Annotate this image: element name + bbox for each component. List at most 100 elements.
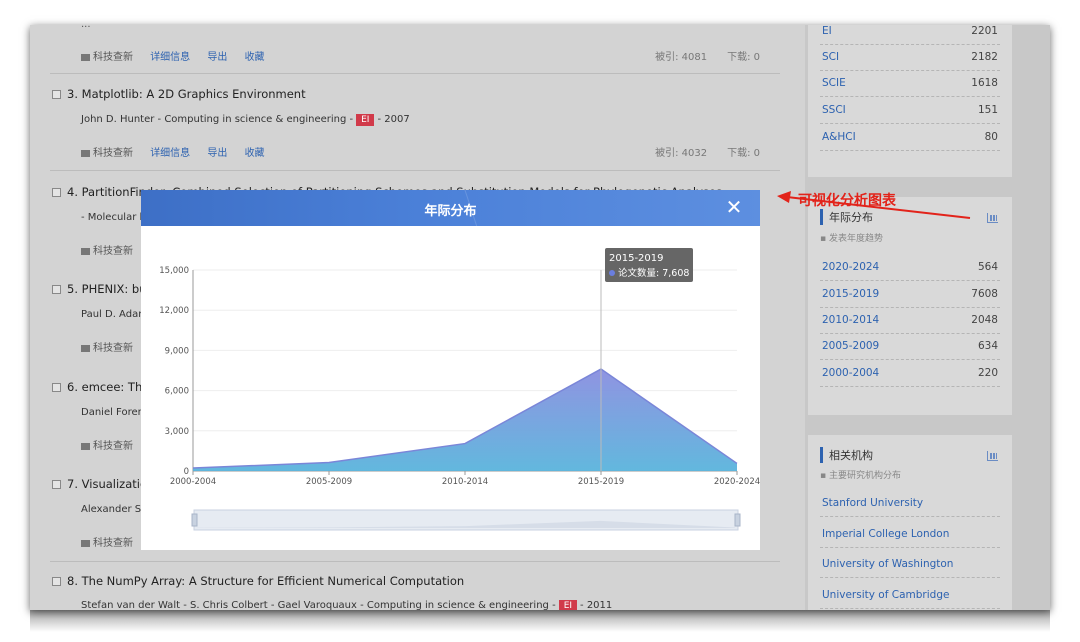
download-count: 下载: 0 bbox=[727, 148, 760, 159]
item-count: 151 bbox=[977, 104, 998, 116]
item-title[interactable]: Visualizatio bbox=[82, 477, 147, 491]
item-actions: 科技查新 详细信息 导出 收藏 bbox=[81, 144, 265, 159]
list-item: 8. The NumPy Array: A Structure for Effi… bbox=[50, 574, 780, 610]
panel-title: 相关机构 bbox=[820, 447, 873, 463]
select-checkbox[interactable] bbox=[52, 480, 61, 489]
item-title[interactable]: PHENIX: bu bbox=[82, 282, 147, 296]
arrow-head bbox=[777, 191, 791, 203]
y-tick-label: 3,000 bbox=[165, 427, 189, 437]
list-item: ... 科技查新 详细信息 导出 收藏 被引: 4081 下载: 0 bbox=[50, 25, 780, 75]
item-label: 2020-2024 bbox=[822, 261, 880, 273]
favorite-link[interactable]: 收藏 bbox=[245, 52, 265, 63]
novelty-check-link[interactable]: 科技查新 bbox=[93, 246, 133, 257]
detail-link[interactable]: 详细信息 bbox=[150, 148, 190, 159]
item-label: Imperial College London bbox=[822, 528, 950, 540]
item-authors: John D. Hunter - Computing in science & … bbox=[81, 114, 354, 125]
item-authors: Daniel Forem bbox=[81, 407, 148, 418]
panel-subtitle-text: 主要研究机构分布 bbox=[828, 471, 901, 481]
x-tick-label: 2000-2004 bbox=[170, 477, 216, 487]
annotation-arrow bbox=[777, 191, 971, 219]
sidebar-item-ei[interactable]: EI 2201 bbox=[820, 25, 1000, 45]
zoom-handle-left[interactable] bbox=[191, 513, 198, 527]
divider bbox=[50, 170, 780, 171]
item-title-line: 6. emcee: The bbox=[67, 380, 149, 394]
ei-badge: EI bbox=[356, 114, 375, 126]
novelty-check-link[interactable]: 科技查新 bbox=[93, 148, 133, 159]
sidebar-item-2020-2024[interactable]: 2020-2024 564 bbox=[820, 255, 1000, 281]
item-actions: 科技查新 bbox=[81, 534, 133, 549]
close-icon[interactable]: ✕ bbox=[724, 197, 744, 217]
select-checkbox[interactable] bbox=[52, 383, 61, 392]
sidebar-item-sci[interactable]: SCI 2182 bbox=[820, 45, 1000, 71]
item-count: 1618 bbox=[971, 77, 998, 89]
sidebar-item-scie[interactable]: SCIE 1618 bbox=[820, 71, 1000, 97]
item-number: 7. bbox=[67, 477, 78, 491]
item-stats: 被引: 4032 下载: 0 bbox=[635, 144, 760, 159]
export-link[interactable]: 导出 bbox=[207, 52, 227, 63]
novelty-icon bbox=[81, 53, 90, 61]
ei-badge: EI bbox=[558, 600, 578, 610]
tooltip: 2015-2019 论文数量: 7,608 bbox=[605, 248, 693, 282]
zoom-slider[interactable] bbox=[191, 509, 741, 531]
y-tick-label: 6,000 bbox=[165, 387, 189, 397]
item-title-line: 3. Matplotlib: A 2D Graphics Environment bbox=[67, 87, 306, 101]
frame-shadow bbox=[30, 610, 1050, 632]
item-count: 80 bbox=[984, 131, 998, 143]
item-source: Stefan van der Walt - S. Chris Colbert -… bbox=[81, 600, 612, 610]
detail-link[interactable]: 详细信息 bbox=[150, 52, 190, 63]
item-count: 2048 bbox=[971, 314, 998, 326]
item-number: 4. bbox=[67, 185, 78, 199]
sidebar-item-2010-2014[interactable]: 2010-2014 2048 bbox=[820, 308, 1000, 334]
item-actions: 科技查新 详细信息 导出 收藏 bbox=[81, 48, 265, 63]
item-authors: Stefan van der Walt - S. Chris Colbert -… bbox=[81, 600, 556, 610]
item-actions: 科技查新 bbox=[81, 242, 133, 257]
favorite-link[interactable]: 收藏 bbox=[245, 148, 265, 159]
select-checkbox[interactable] bbox=[52, 90, 61, 99]
item-actions: 科技查新 bbox=[81, 339, 133, 354]
item-authors: ... bbox=[81, 25, 91, 30]
item-label: EI bbox=[822, 25, 832, 37]
item-authors: Alexander St bbox=[81, 504, 146, 515]
novelty-icon bbox=[81, 247, 90, 255]
sidebar-item-cambridge[interactable]: University of Cambridge bbox=[820, 583, 1000, 609]
sidebar-item-2005-2009[interactable]: 2005-2009 634 bbox=[820, 334, 1000, 360]
sidebar-item-imperial[interactable]: Imperial College London bbox=[820, 522, 1000, 548]
sidebar: EI 2201 SCI 2182 SCIE 1618 SSCI 151 A&HCI 80 … bbox=[805, 25, 1050, 610]
item-title[interactable]: Matplotlib: A 2D Graphics Environment bbox=[82, 87, 306, 101]
item-count: 2182 bbox=[971, 51, 998, 63]
sidebar-item-2000-2004[interactable]: 2000-2004 220 bbox=[820, 361, 1000, 387]
sidebar-item-ahci[interactable]: A&HCI 80 bbox=[820, 125, 1000, 151]
item-number: 3. bbox=[67, 87, 78, 101]
novelty-check-link[interactable]: 科技查新 bbox=[93, 441, 133, 452]
panel-subtitle: ▪ 主要研究机构分布 bbox=[820, 471, 901, 481]
zoom-handle-right[interactable] bbox=[734, 513, 741, 527]
sidebar-item-ssci[interactable]: SSCI 151 bbox=[820, 98, 1000, 124]
item-number: 6. bbox=[67, 380, 78, 394]
index-panel: EI 2201 SCI 2182 SCIE 1618 SSCI 151 A&HCI 80 bbox=[808, 25, 1012, 177]
item-title[interactable]: The NumPy Array: A Structure for Efficie… bbox=[82, 574, 465, 588]
divider bbox=[50, 73, 780, 74]
item-title[interactable]: emcee: The bbox=[82, 380, 150, 394]
novelty-icon bbox=[81, 344, 90, 352]
item-count: 2201 bbox=[971, 25, 998, 37]
sidebar-item-2015-2019[interactable]: 2015-2019 7608 bbox=[820, 282, 1000, 308]
item-label: University of Washington bbox=[822, 558, 954, 570]
select-checkbox[interactable] bbox=[52, 188, 61, 197]
cited-count: 被引: 4081 bbox=[655, 52, 708, 63]
y-tick-label: 15,000 bbox=[159, 266, 189, 276]
modal-header: 年际分布 ✕ bbox=[141, 190, 760, 226]
select-checkbox[interactable] bbox=[52, 285, 61, 294]
download-count: 下载: 0 bbox=[727, 52, 760, 63]
novelty-check-link[interactable]: 科技查新 bbox=[93, 343, 133, 354]
export-link[interactable]: 导出 bbox=[207, 148, 227, 159]
novelty-check-link[interactable]: 科技查新 bbox=[93, 52, 133, 63]
screenshot-frame: ... 科技查新 详细信息 导出 收藏 被引: 4081 下载: 0 3. Mat… bbox=[30, 25, 1050, 610]
series-area bbox=[193, 369, 737, 471]
chart-icon[interactable] bbox=[987, 451, 998, 461]
novelty-check-link[interactable]: 科技查新 bbox=[93, 538, 133, 549]
sidebar-item-stanford[interactable]: Stanford University bbox=[820, 491, 1000, 517]
item-label: 2015-2019 bbox=[822, 288, 880, 300]
sidebar-item-washington[interactable]: University of Washington bbox=[820, 552, 1000, 578]
select-checkbox[interactable] bbox=[52, 577, 61, 586]
search-results-page: ... 科技查新 详细信息 导出 收藏 被引: 4081 下载: 0 3. Mat… bbox=[30, 25, 1050, 610]
